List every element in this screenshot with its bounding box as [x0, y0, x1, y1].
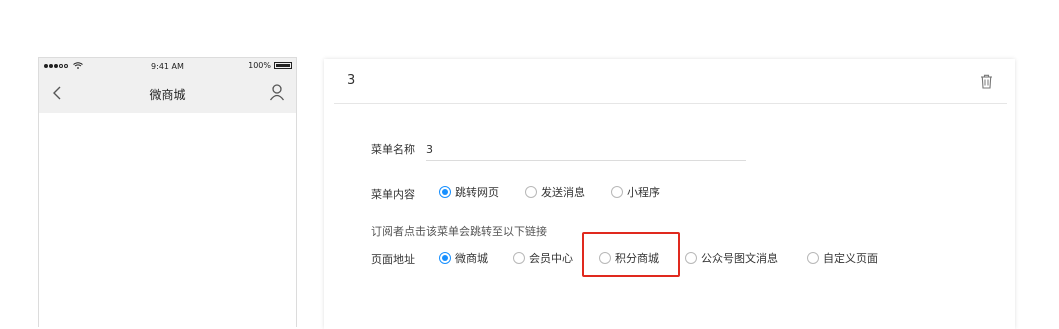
radio-label: 自定义页面: [823, 252, 878, 265]
card-divider: [334, 103, 1007, 104]
radio-button[interactable]: [807, 252, 819, 264]
menu-content-label: 菜单内容: [371, 188, 415, 201]
radio-option-mini-program[interactable]: 小程序: [611, 184, 660, 200]
menu-settings-card: 3: [324, 59, 1015, 329]
radio-option-jump-webpage[interactable]: 跳转网页: [439, 184, 499, 200]
phone-nav-bar: 微商城: [39, 76, 296, 113]
radio-option-send-message[interactable]: 发送消息: [525, 184, 585, 200]
status-bar: 9:41 AM 100%: [39, 58, 296, 76]
battery-indicator: 100%: [248, 61, 292, 70]
link-hint-text: 订阅者点击该菜单会跳转至以下链接: [371, 225, 547, 238]
radio-label: 跳转网页: [455, 186, 499, 199]
menu-number: 3: [347, 73, 356, 88]
radio-label: 发送消息: [541, 186, 585, 199]
radio-option-custom-page[interactable]: 自定义页面: [807, 250, 878, 266]
radio-label: 微商城: [455, 252, 488, 265]
radio-button[interactable]: [525, 186, 537, 198]
radio-button[interactable]: [611, 186, 623, 198]
phone-page-title: 微商城: [149, 88, 186, 102]
user-icon[interactable]: [269, 83, 285, 101]
phone-header: 9:41 AM 100% 微商城: [39, 58, 296, 113]
menu-name-input[interactable]: [426, 138, 746, 161]
battery-icon: [274, 62, 292, 69]
radio-option-member-center[interactable]: 会员中心: [513, 250, 573, 266]
trash-icon[interactable]: [980, 74, 993, 89]
radio-button[interactable]: [439, 186, 451, 198]
menu-name-label: 菜单名称: [371, 143, 415, 156]
highlight-annotation-box: [582, 232, 680, 277]
radio-label: 小程序: [627, 186, 660, 199]
radio-label: 公众号图文消息: [701, 252, 778, 265]
radio-label: 会员中心: [529, 252, 573, 265]
radio-button[interactable]: [685, 252, 697, 264]
phone-preview: 9:41 AM 100% 微商城: [38, 57, 297, 327]
radio-button[interactable]: [513, 252, 525, 264]
battery-text: 100%: [248, 61, 271, 70]
radio-option-micro-mall[interactable]: 微商城: [439, 250, 488, 266]
page-address-label: 页面地址: [371, 253, 415, 266]
radio-button[interactable]: [439, 252, 451, 264]
radio-option-article-message[interactable]: 公众号图文消息: [685, 250, 778, 266]
